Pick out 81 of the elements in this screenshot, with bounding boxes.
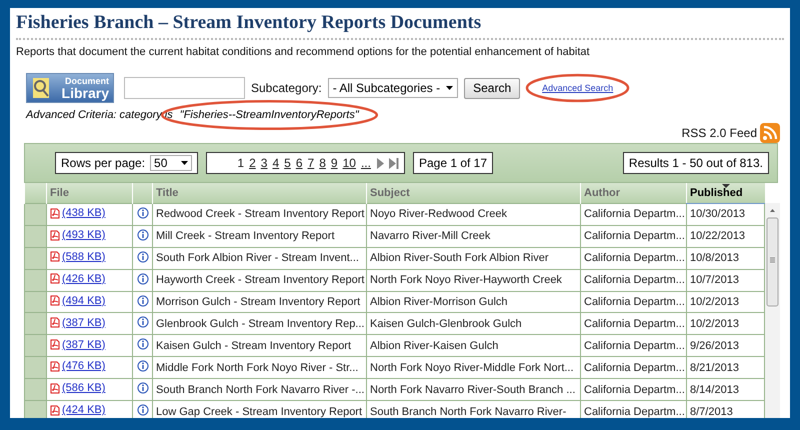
table-cell: North Fork Navarro River-South Branch ...: [366, 378, 580, 401]
document-library-logo: Document Library: [26, 73, 114, 103]
page-link[interactable]: 9: [330, 156, 338, 170]
scrollbar[interactable]: [765, 203, 780, 418]
table-cell: California Departm...: [580, 356, 686, 379]
table-cell: California Departm...: [580, 378, 686, 401]
table-cell: Kaisen Gulch-Glenbrook Gulch: [366, 312, 580, 335]
table-cell: North Fork Noyo River-Middle Fork Nort...: [366, 356, 580, 379]
table-cell: Albion River-Morrison Gulch: [366, 291, 580, 313]
info-icon[interactable]: [136, 250, 148, 263]
page-link[interactable]: 4: [272, 156, 280, 170]
page-link[interactable]: 3: [260, 156, 268, 170]
table-cell: California Departm...: [580, 269, 686, 292]
column-header[interactable]: Title: [152, 183, 366, 204]
search-field[interactable]: [124, 77, 245, 99]
table-cell: California Departm...: [580, 247, 686, 270]
pdf-icon: [50, 251, 60, 262]
rss-feed-label[interactable]: RSS 2.0 Feed: [682, 126, 757, 140]
page-link[interactable]: 8: [319, 156, 326, 170]
table-cell: Navarro River-Mill Creek: [366, 225, 580, 248]
pdf-icon: [50, 208, 60, 219]
table-cell: California Departm...: [580, 204, 686, 226]
table-cell: Middle Fork North Fork Noyo River - Str...: [152, 356, 366, 379]
column-header[interactable]: Subject: [366, 183, 580, 204]
pdf-icon: [50, 382, 60, 394]
page-info: Page 1 of 17: [412, 152, 494, 174]
page-link[interactable]: 7: [308, 156, 314, 170]
column-header[interactable]: Author: [580, 183, 686, 204]
info-icon[interactable]: [136, 360, 148, 372]
table-cell: North Fork Noyo River-Hayworth Creek: [366, 269, 580, 292]
info-icon[interactable]: [136, 338, 148, 350]
info-icon[interactable]: [136, 206, 148, 219]
page-link[interactable]: 2: [249, 156, 256, 170]
results-count: Results 1 - 50 out of 813.: [622, 152, 769, 174]
pdf-icon: [50, 295, 60, 306]
pdf-icon: [50, 273, 60, 284]
page-title: Fisheries Branch – Stream Inventory Reports Documents: [16, 12, 784, 40]
table-cell: Albion River-Kaisen Gulch: [366, 334, 580, 357]
column-header[interactable]: Published: [686, 183, 764, 204]
table-cell: Mill Creek - Stream Inventory Report: [152, 225, 366, 248]
page-link[interactable]: 6: [296, 156, 303, 170]
info-icon[interactable]: [136, 316, 148, 328]
page-description: Reports that document the current habitat conditions and recommend options for the potential enhancement of habitat: [16, 46, 591, 58]
table-cell: California Departm...: [580, 225, 686, 248]
caret-icon: [446, 86, 454, 90]
caret-icon: [181, 161, 188, 165]
info-icon[interactable]: [136, 272, 148, 285]
table-cell: 10/30/2013: [686, 204, 764, 226]
last-page-icon[interactable]: [388, 158, 399, 168]
table-cell: Morrison Gulch - Stream Inventory Report: [152, 291, 366, 313]
table-cell: California Departm...: [580, 312, 686, 335]
subcategory-label: Subcategory:: [251, 81, 322, 95]
table-cell: California Departm...: [580, 334, 686, 357]
info-icon[interactable]: [136, 228, 148, 241]
pdf-icon: [50, 360, 60, 372]
table-cell: California Departm...: [580, 291, 686, 313]
search-button[interactable]: Search: [464, 78, 520, 98]
table-cell: Noyo River-Redwood Creek: [366, 204, 580, 226]
page-link[interactable]: 1: [237, 156, 244, 170]
rows-per-page-control[interactable]: Rows per page: 50: [55, 152, 198, 174]
pdf-icon: [50, 230, 60, 241]
pdf-icon: [50, 339, 60, 350]
sort-arrow-icon: [722, 184, 730, 188]
pdf-icon: [50, 317, 60, 328]
table-cell: Redwood Creek - Stream Inventory Report: [152, 204, 366, 226]
more-pages-link[interactable]: ...: [360, 156, 371, 170]
table-cell: Albion River-South Fork Albion River: [366, 247, 580, 270]
table-cell: Glenbrook Gulch - Stream Inventory Rep...: [152, 312, 366, 335]
info-icon[interactable]: [136, 404, 148, 416]
subcategory-dropdown[interactable]: - All Subcategories -: [328, 78, 458, 98]
table-cell: Hayworth Creek - Stream Inventory Report: [152, 269, 366, 292]
info-icon[interactable]: [136, 294, 148, 306]
column-header[interactable]: File: [46, 183, 132, 204]
table-cell: South Branch North Fork Navarro River -...: [152, 378, 366, 401]
next-page-icon[interactable]: [376, 158, 384, 168]
page-link[interactable]: 5: [284, 156, 291, 170]
table-cell: Kaisen Gulch - Stream Inventory Report: [152, 334, 366, 357]
info-icon[interactable]: [136, 382, 148, 394]
criteria-value: "Fisheries--StreamInventoryReports": [180, 109, 359, 121]
table-cell: South Fork Albion River - Stream Invent...: [152, 247, 366, 270]
page-link[interactable]: 10: [342, 156, 356, 170]
